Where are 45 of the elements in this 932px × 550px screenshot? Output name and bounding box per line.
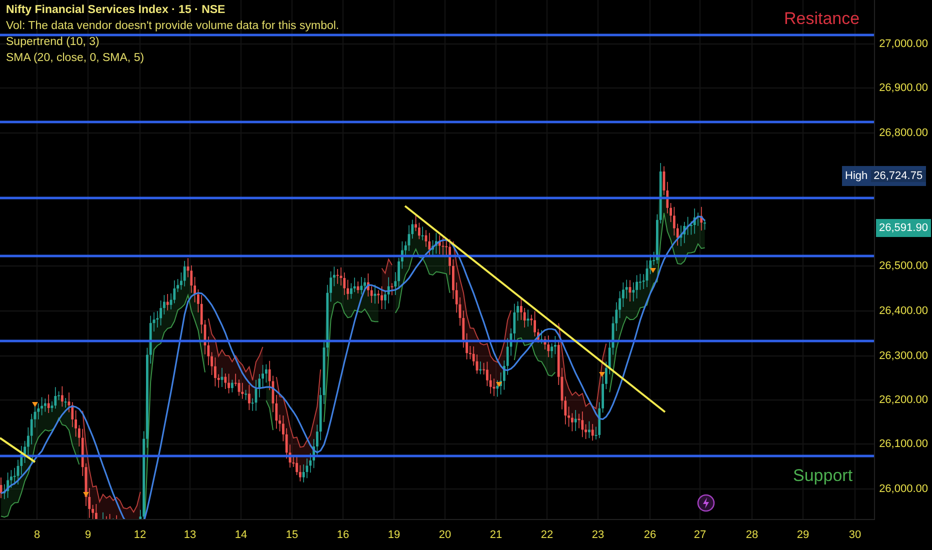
price-tick-label: 26,800.00 bbox=[879, 127, 928, 139]
date-tick-label: 8 bbox=[34, 529, 40, 541]
lightning-icon[interactable] bbox=[697, 494, 715, 512]
date-tick-label: 23 bbox=[592, 529, 604, 541]
price-tick-label: 26,500.00 bbox=[879, 260, 928, 272]
price-tick-label: 26,200.00 bbox=[879, 394, 928, 406]
date-tick-label: 19 bbox=[388, 529, 400, 541]
high-price-badge: High 26,724.75 bbox=[842, 166, 926, 186]
date-tick-label: 16 bbox=[336, 529, 350, 541]
price-level-line[interactable] bbox=[0, 120, 874, 124]
date-tick-label: 29 bbox=[796, 529, 810, 541]
symbol-title: Nifty Financial Services Index · 15 · NSE bbox=[6, 3, 226, 17]
price-tick-label: 27,000.00 bbox=[879, 38, 928, 50]
date-tick-label: 30 bbox=[848, 529, 862, 541]
price-tick-label: 26,000.00 bbox=[879, 483, 928, 495]
date-tick-label: 13 bbox=[184, 529, 196, 541]
date-tick-label: 28 bbox=[746, 529, 758, 541]
indicator-label[interactable]: Vol: The data vendor doesn't provide volume data for this symbol. bbox=[6, 19, 340, 33]
date-tick-label: 12 bbox=[134, 529, 146, 541]
price-level-line[interactable] bbox=[0, 34, 874, 36]
price-tick-label: 26,900.00 bbox=[879, 82, 928, 94]
signal-triangle-icon bbox=[650, 268, 656, 273]
date-tick-label: 27 bbox=[694, 529, 706, 541]
date-tick-label: 9 bbox=[84, 529, 92, 541]
signal-triangle-icon bbox=[83, 492, 89, 497]
resistance-label[interactable]: Resitance bbox=[784, 9, 860, 29]
indicator-label[interactable]: SMA (20, close, 0, SMA, 5) bbox=[6, 51, 340, 65]
price-tick-label: 26,300.00 bbox=[879, 350, 928, 362]
indicator-label[interactable]: Supertrend (10, 3) bbox=[6, 35, 340, 49]
signal-triangle-icon bbox=[599, 372, 605, 377]
signal-triangle-icon bbox=[496, 382, 502, 387]
price-tick-label: 26,400.00 bbox=[879, 305, 928, 317]
date-tick-label: 21 bbox=[490, 529, 502, 541]
signal-triangle-icon bbox=[32, 402, 38, 407]
date-tick-label: 22 bbox=[540, 529, 554, 541]
last-price-badge: 26,591.90 bbox=[876, 219, 931, 237]
date-tick-label: 20 bbox=[438, 529, 452, 541]
date-tick-label: 15 bbox=[286, 529, 298, 541]
price-level-line[interactable] bbox=[0, 196, 874, 200]
date-tick-label: 14 bbox=[234, 529, 248, 541]
date-tick-label: 26 bbox=[644, 529, 656, 541]
price-tick-label: 26,100.00 bbox=[879, 438, 928, 450]
trend-line[interactable] bbox=[404, 205, 666, 413]
support-label[interactable]: Support bbox=[793, 466, 853, 486]
trend-line[interactable] bbox=[0, 437, 36, 463]
